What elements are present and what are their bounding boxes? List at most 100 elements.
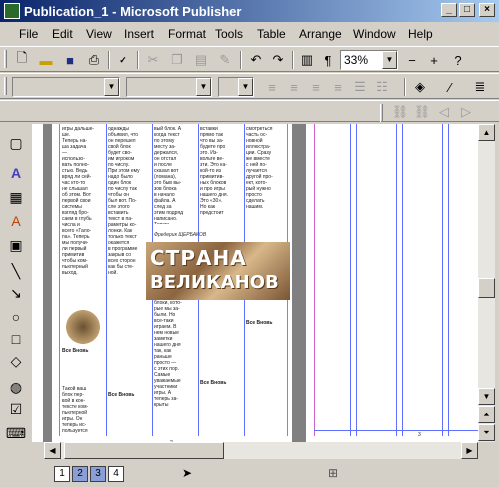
- text-column-3[interactable]: вый блок. А когда текст по этому месту з…: [154, 126, 196, 224]
- hotspot-tool-icon[interactable]: ◍: [5, 376, 27, 398]
- scroll-thumb-horizontal[interactable]: [64, 442, 224, 459]
- justify-icon[interactable]: ≡: [328, 77, 348, 97]
- margin-guide: [59, 124, 60, 436]
- menu-table[interactable]: Table: [257, 27, 286, 41]
- paste-icon[interactable]: ▤: [191, 50, 211, 70]
- banner-title-line2: ВЕЛИКАНОВ: [150, 272, 279, 293]
- page-tab-2[interactable]: 2: [72, 466, 88, 482]
- line-color-icon[interactable]: ∕: [440, 77, 460, 97]
- scroll-up-button[interactable]: ▲: [478, 124, 495, 141]
- scroll-left-button[interactable]: ◀: [44, 442, 61, 459]
- vertical-ruler[interactable]: [32, 124, 44, 442]
- columns-icon[interactable]: ▥: [297, 50, 317, 70]
- menu-window[interactable]: Window: [353, 27, 396, 41]
- menu-edit[interactable]: Edit: [52, 27, 73, 41]
- undo-icon[interactable]: ↶: [246, 50, 266, 70]
- maximize-button[interactable]: □: [459, 3, 475, 17]
- zoom-out-glyph: −: [408, 52, 416, 68]
- menu-format[interactable]: Format: [168, 27, 206, 41]
- cut-icon[interactable]: ✂: [143, 50, 163, 70]
- page-tab-3[interactable]: 3: [90, 466, 106, 482]
- oval-tool-icon[interactable]: ○: [5, 306, 27, 328]
- font-size-combo[interactable]: ▼: [126, 77, 212, 97]
- text-column-1b[interactable]: Такой ваш блок пер- вой в кон- тексте ко…: [62, 386, 104, 436]
- zoom-combo[interactable]: 33% ▼: [340, 50, 398, 70]
- document-canvas[interactable]: игры дальше- ше. Теперь на- ша задача — …: [44, 124, 478, 442]
- arrow-tool-icon[interactable]: ↘: [5, 282, 27, 304]
- zoom-out-icon[interactable]: −: [402, 50, 422, 70]
- zoom-in-icon[interactable]: +: [424, 50, 444, 70]
- banner-title-line1: СТРАНА: [150, 246, 247, 270]
- menu-file[interactable]: File: [19, 27, 38, 41]
- format-painter-icon[interactable]: ✎: [215, 50, 235, 70]
- menu-insert[interactable]: Insert: [124, 27, 154, 41]
- sculpture-picture[interactable]: [66, 310, 100, 344]
- chevron-down-icon[interactable]: ▼: [238, 78, 253, 96]
- select-objects-icon[interactable]: ▢: [5, 132, 27, 154]
- page-2[interactable]: игры дальше- ше. Теперь на- ша задача — …: [52, 124, 292, 442]
- minimize-button[interactable]: _: [441, 3, 457, 17]
- show-formatting-icon[interactable]: ¶: [318, 50, 338, 70]
- html-code-tool-icon[interactable]: ⌨: [5, 422, 27, 444]
- form-control-tool-icon[interactable]: ☑: [5, 398, 27, 420]
- page-tab-1[interactable]: 1: [54, 466, 70, 482]
- page-tab-4[interactable]: 4: [108, 466, 124, 482]
- menu-tools[interactable]: Tools: [215, 27, 243, 41]
- chevron-down-icon[interactable]: ▼: [104, 78, 119, 96]
- save-icon[interactable]: ■: [60, 50, 80, 70]
- spelling-icon[interactable]: ✓: [113, 50, 133, 70]
- byline: Фредерик ЩЕРБАКОВ: [154, 232, 207, 238]
- text-column-1[interactable]: игры дальше- ше. Теперь на- ша задача — …: [62, 126, 104, 304]
- autoshapes-tool-icon[interactable]: ◇: [5, 350, 27, 372]
- page-3[interactable]: 3: [306, 124, 478, 442]
- link-frames-icon[interactable]: ⛓: [390, 102, 410, 122]
- scroll-thumb[interactable]: [478, 278, 495, 298]
- copy-icon[interactable]: ❐: [167, 50, 187, 70]
- toolbar-grip[interactable]: [4, 50, 7, 68]
- publisher-app-icon[interactable]: [4, 3, 20, 19]
- banner-wordart[interactable]: СТРАНА ВЕЛИКАНОВ: [146, 242, 290, 300]
- previous-frame-icon[interactable]: ◁: [434, 102, 454, 122]
- horizontal-scrollbar[interactable]: ◀ ▶: [44, 442, 478, 459]
- text-column-4[interactable]: вставки прямо так что вы за- будете про …: [200, 126, 242, 230]
- numbering-icon[interactable]: ☷: [372, 77, 392, 97]
- line-tool-icon[interactable]: ╲: [5, 260, 27, 282]
- text-column-5[interactable]: смотреться часть ос- новной иллюстра- ци…: [246, 126, 286, 250]
- bullets-icon[interactable]: ☰: [350, 77, 370, 97]
- picture-frame-tool-icon[interactable]: ▣: [5, 234, 27, 256]
- close-button[interactable]: ×: [479, 3, 495, 17]
- vertical-scrollbar[interactable]: ▲ ▼ ⏶ ⏷: [478, 124, 495, 442]
- print-preview-icon[interactable]: ⎙: [84, 50, 104, 70]
- font-combo[interactable]: ▼: [12, 77, 120, 97]
- redo-icon[interactable]: ↷: [268, 50, 288, 70]
- help-icon[interactable]: ?: [448, 50, 468, 70]
- toolbar-grip[interactable]: [4, 77, 7, 95]
- line-style-icon[interactable]: ≣: [470, 77, 490, 97]
- new-icon[interactable]: 🗋: [12, 50, 32, 70]
- table-tool-icon[interactable]: ▦: [5, 186, 27, 208]
- text-box-tool-icon[interactable]: A: [5, 162, 27, 184]
- scroll-down-button[interactable]: ▼: [478, 388, 495, 405]
- rectangle-tool-icon[interactable]: □: [5, 328, 27, 350]
- next-frame-icon[interactable]: ▷: [456, 102, 476, 122]
- chevron-down-icon[interactable]: ▼: [382, 51, 397, 69]
- align-center-icon[interactable]: ≡: [284, 77, 304, 97]
- menu-help[interactable]: Help: [408, 27, 433, 41]
- chevron-down-icon[interactable]: ▼: [196, 78, 211, 96]
- wordart-tool-icon[interactable]: A: [5, 210, 27, 232]
- align-left-icon[interactable]: ≡: [262, 77, 282, 97]
- unlink-frames-icon[interactable]: ⛓: [412, 102, 432, 122]
- style-combo[interactable]: ▼: [218, 77, 254, 97]
- text-column-2[interactable]: однажды объявил, что он перешел свой бло…: [108, 126, 150, 344]
- fill-color-icon[interactable]: ◈: [410, 77, 430, 97]
- scroll-right-button[interactable]: ▶: [461, 442, 478, 459]
- align-right-icon[interactable]: ≡: [306, 77, 326, 97]
- toolbar-grip[interactable]: [380, 104, 383, 122]
- scroll-page-up-button[interactable]: ⏶: [478, 406, 495, 423]
- open-icon[interactable]: ▬: [36, 50, 56, 70]
- menu-view[interactable]: View: [86, 27, 112, 41]
- scroll-page-down-button[interactable]: ⏷: [478, 424, 495, 441]
- menu-arrange[interactable]: Arrange: [299, 27, 342, 41]
- text-column-3b[interactable]: блоки, кото- рые мы за- были. Но все-так…: [154, 300, 196, 436]
- menu-bar: File Edit View Insert Format Tools Table…: [0, 24, 499, 44]
